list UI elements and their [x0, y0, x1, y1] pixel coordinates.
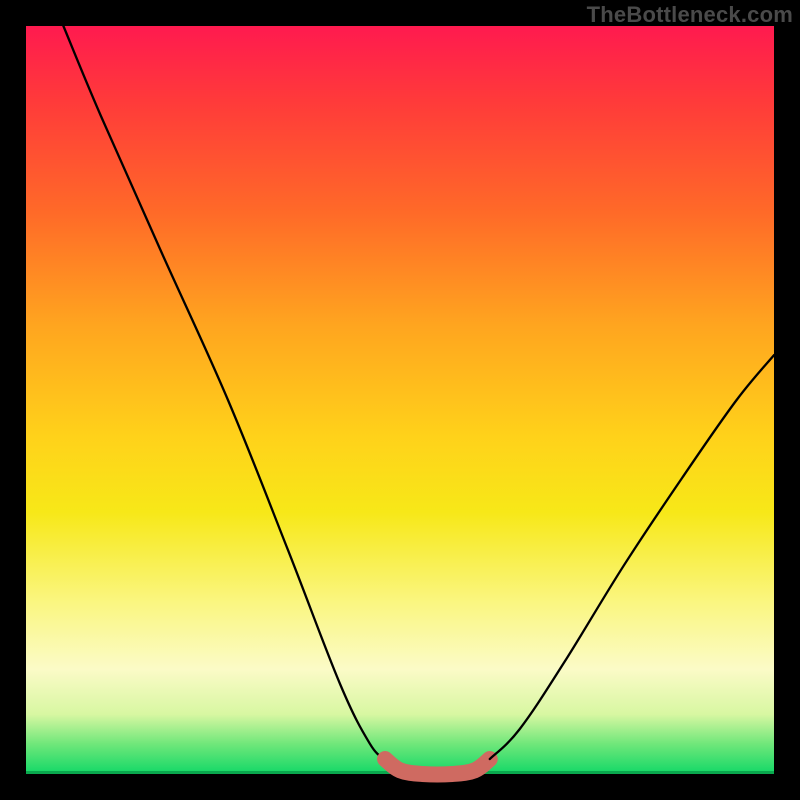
plot-area	[26, 26, 774, 774]
chart-frame: TheBottleneck.com	[0, 0, 800, 800]
curve-layer	[26, 26, 774, 774]
left-curve	[63, 26, 385, 759]
valley-highlight	[385, 759, 490, 774]
watermark-text: TheBottleneck.com	[587, 2, 793, 28]
right-curve	[490, 355, 774, 759]
